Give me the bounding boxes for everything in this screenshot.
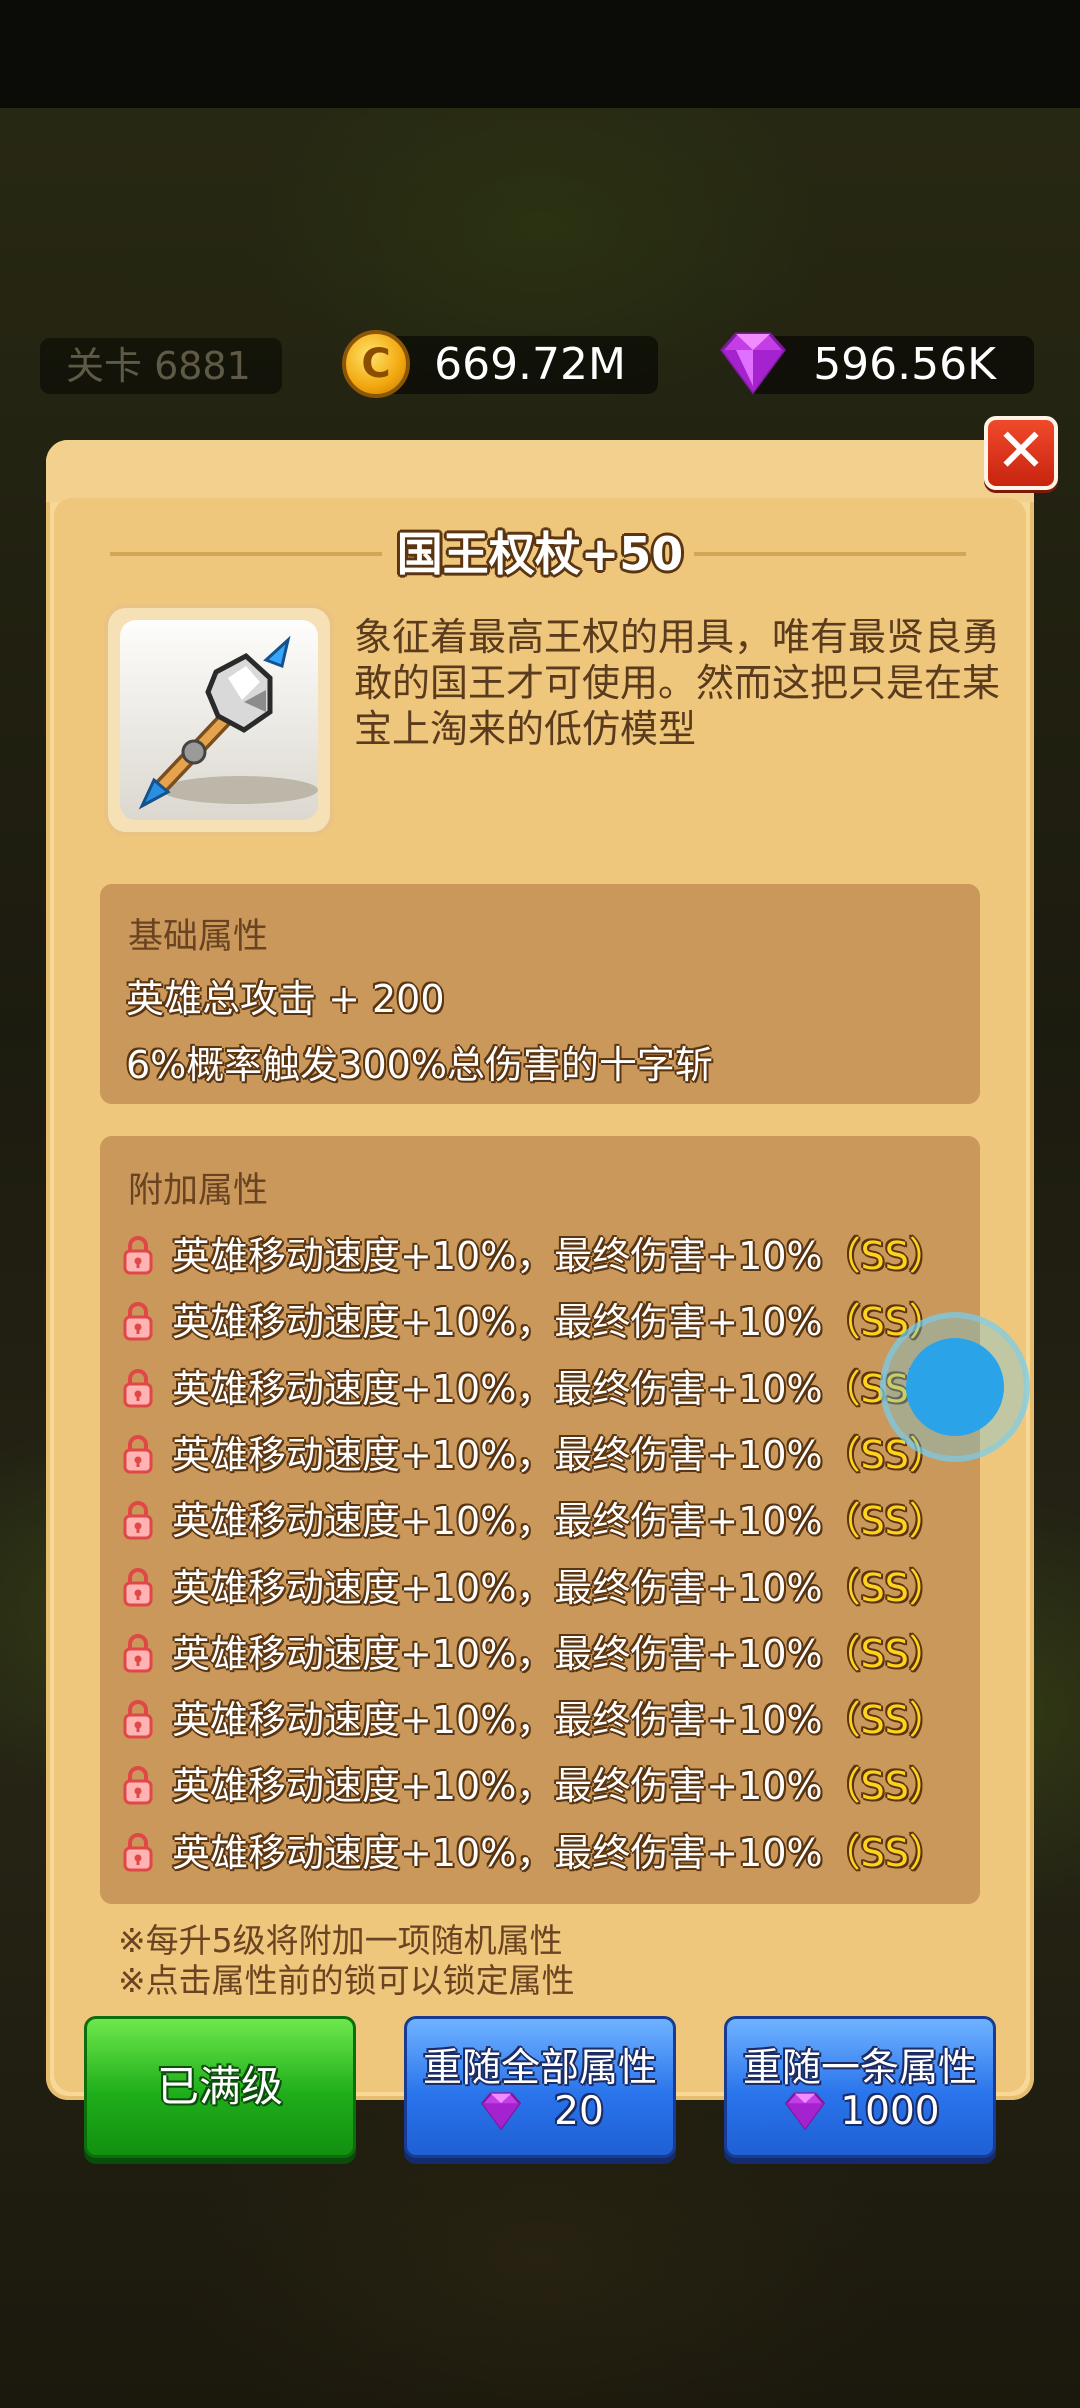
extra-attribute-text: 英雄移动速度+10%，最终伤害+10% bbox=[172, 1764, 823, 1809]
base-attributes-heading: 基础属性 bbox=[128, 917, 269, 957]
item-description: 象征着最高王权的用具，唯有最贤良勇敢的国王才可使用。然而这把只是在某宝上淘来的低… bbox=[354, 615, 1001, 751]
stage-indicator: 关卡 6881 bbox=[40, 338, 282, 394]
attribute-grade: （SS） bbox=[822, 1499, 947, 1544]
extra-attribute-row: 英雄移动速度+10%，最终伤害+10%（SS） bbox=[122, 1692, 972, 1748]
reroll-one-label: 重随一条属性 bbox=[742, 2046, 977, 2091]
close-button[interactable]: ✕ bbox=[984, 416, 1058, 490]
attribute-grade: （SS） bbox=[822, 1764, 947, 1809]
attribute-grade: （SS） bbox=[822, 1631, 947, 1676]
reroll-all-button[interactable]: 重随全部属性 20 bbox=[404, 2016, 676, 2158]
touch-indicator-dot bbox=[906, 1338, 1004, 1436]
extra-attribute-text: 英雄移动速度+10%，最终伤害+10% bbox=[172, 1300, 823, 1345]
extra-attributes-heading: 附加属性 bbox=[128, 1171, 269, 1211]
extra-attribute-row: 英雄移动速度+10%，最终伤害+10%（SS） bbox=[122, 1560, 972, 1616]
lock-icon[interactable] bbox=[122, 1499, 154, 1541]
reroll-all-label: 重随全部属性 bbox=[422, 2046, 657, 2091]
extra-attribute-row: 英雄移动速度+10%，最终伤害+10%（SS） bbox=[122, 1758, 972, 1814]
extra-attribute-text: 英雄移动速度+10%，最终伤害+10% bbox=[172, 1366, 823, 1411]
item-title: 国王权杖+50 bbox=[396, 527, 684, 581]
extra-attribute-text: 英雄移动速度+10%，最终伤害+10% bbox=[172, 1830, 823, 1875]
reroll-all-cost: 20 bbox=[554, 2089, 604, 2134]
gold-coin-icon: C bbox=[342, 330, 410, 398]
extra-attribute-row: 英雄移动速度+10%，最终伤害+10%（SS） bbox=[122, 1626, 972, 1682]
extra-attribute-row: 英雄移动速度+10%，最终伤害+10%（SS） bbox=[122, 1294, 972, 1350]
extra-attributes-box: 附加属性 英雄移动速度+10%，最终伤害+10%（SS） 英雄移动速度+10%，最… bbox=[100, 1136, 980, 1904]
reroll-one-cost: 1000 bbox=[840, 2089, 940, 2134]
lock-icon[interactable] bbox=[122, 1632, 154, 1674]
lock-icon[interactable] bbox=[122, 1764, 154, 1806]
extra-attribute-text: 英雄移动速度+10%，最终伤害+10% bbox=[172, 1565, 823, 1610]
base-attribute-line: 6%概率触发300%总伤害的十字斩 bbox=[126, 1043, 713, 1087]
extra-attribute-row: 英雄移动速度+10%，最终伤害+10%（SS） bbox=[122, 1493, 972, 1549]
attribute-grade: （SS） bbox=[822, 1698, 947, 1743]
coin-counter: 669.72M bbox=[372, 336, 658, 394]
lock-icon[interactable] bbox=[122, 1566, 154, 1608]
scepter-icon bbox=[138, 635, 318, 810]
lock-icon[interactable] bbox=[122, 1433, 154, 1475]
extra-attribute-text: 英雄移动速度+10%，最终伤害+10% bbox=[172, 1631, 823, 1676]
reroll-one-button[interactable]: 重随一条属性 1000 bbox=[724, 2016, 996, 2158]
attribute-grade: （SS） bbox=[822, 1830, 947, 1875]
attribute-grade: （SS） bbox=[822, 1565, 947, 1610]
base-attribute-line: 英雄总攻击 + 200 bbox=[126, 977, 445, 1021]
extra-attribute-text: 英雄移动速度+10%，最终伤害+10% bbox=[172, 1698, 823, 1743]
item-icon-frame bbox=[104, 604, 334, 836]
extra-attribute-row: 英雄移动速度+10%，最终伤害+10%（SS） bbox=[122, 1361, 972, 1417]
lock-icon[interactable] bbox=[122, 1698, 154, 1740]
lock-icon[interactable] bbox=[122, 1300, 154, 1342]
tip-note: ※点击属性前的锁可以锁定属性 bbox=[118, 1961, 575, 2000]
extra-attribute-row: 英雄移动速度+10%，最终伤害+10%（SS） bbox=[122, 1825, 972, 1881]
purple-gem-icon bbox=[720, 332, 786, 395]
extra-attribute-row: 英雄移动速度+10%，最终伤害+10%（SS） bbox=[122, 1427, 972, 1483]
extra-attribute-text: 英雄移动速度+10%，最终伤害+10% bbox=[172, 1499, 823, 1544]
dialog-header-strip bbox=[46, 440, 1034, 502]
extra-attribute-text: 英雄移动速度+10%，最终伤害+10% bbox=[172, 1432, 823, 1477]
lock-icon[interactable] bbox=[122, 1367, 154, 1409]
lock-icon[interactable] bbox=[122, 1234, 154, 1276]
max-level-button[interactable]: 已满级 bbox=[84, 2016, 356, 2158]
base-attributes-box: 基础属性 英雄总攻击 + 200 6%概率触发300%总伤害的十字斩 bbox=[100, 884, 980, 1104]
purple-gem-icon bbox=[785, 2092, 826, 2131]
lock-icon[interactable] bbox=[122, 1831, 154, 1873]
purple-gem-icon bbox=[481, 2092, 522, 2131]
extra-attribute-row: 英雄移动速度+10%，最终伤害+10%（SS） bbox=[122, 1228, 972, 1284]
attribute-grade: （SS） bbox=[822, 1234, 947, 1278]
extra-attribute-text: 英雄移动速度+10%，最终伤害+10% bbox=[172, 1234, 823, 1278]
